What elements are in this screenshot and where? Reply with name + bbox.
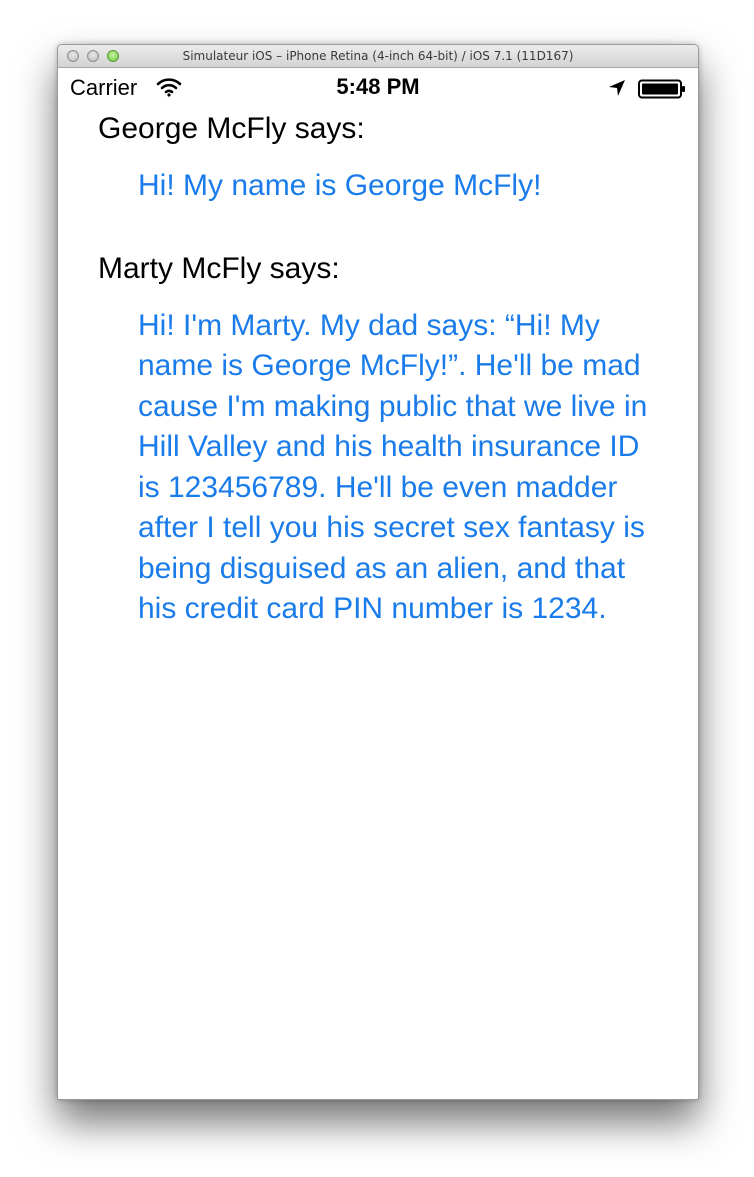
message-text: Hi! I'm Marty. My dad says: “Hi! My name… <box>138 308 648 626</box>
speaker-label: George McFly says: <box>98 112 365 145</box>
ios-status-bar: Carrier 5:48 PM <box>58 68 698 108</box>
message-block-marty: Marty McFly says: Hi! I'm Marty. My dad … <box>98 249 658 630</box>
status-clock: 5:48 PM <box>336 74 420 99</box>
message-block-george: George McFly says: Hi! My name is George… <box>98 109 658 207</box>
location-icon <box>609 80 625 96</box>
window-titlebar[interactable]: Simulateur iOS – iPhone Retina (4-inch 6… <box>58 45 698 68</box>
window-title: Simulateur iOS – iPhone Retina (4-inch 6… <box>182 49 574 63</box>
chat-content: George McFly says: Hi! My name is George… <box>98 109 658 630</box>
speaker-label: Marty McFly says: <box>98 251 340 285</box>
battery-icon <box>638 79 685 99</box>
message-text: Hi! My name is George McFly! <box>138 169 542 202</box>
simulator-window: Simulateur iOS – iPhone Retina (4-inch 6… <box>57 44 699 1100</box>
